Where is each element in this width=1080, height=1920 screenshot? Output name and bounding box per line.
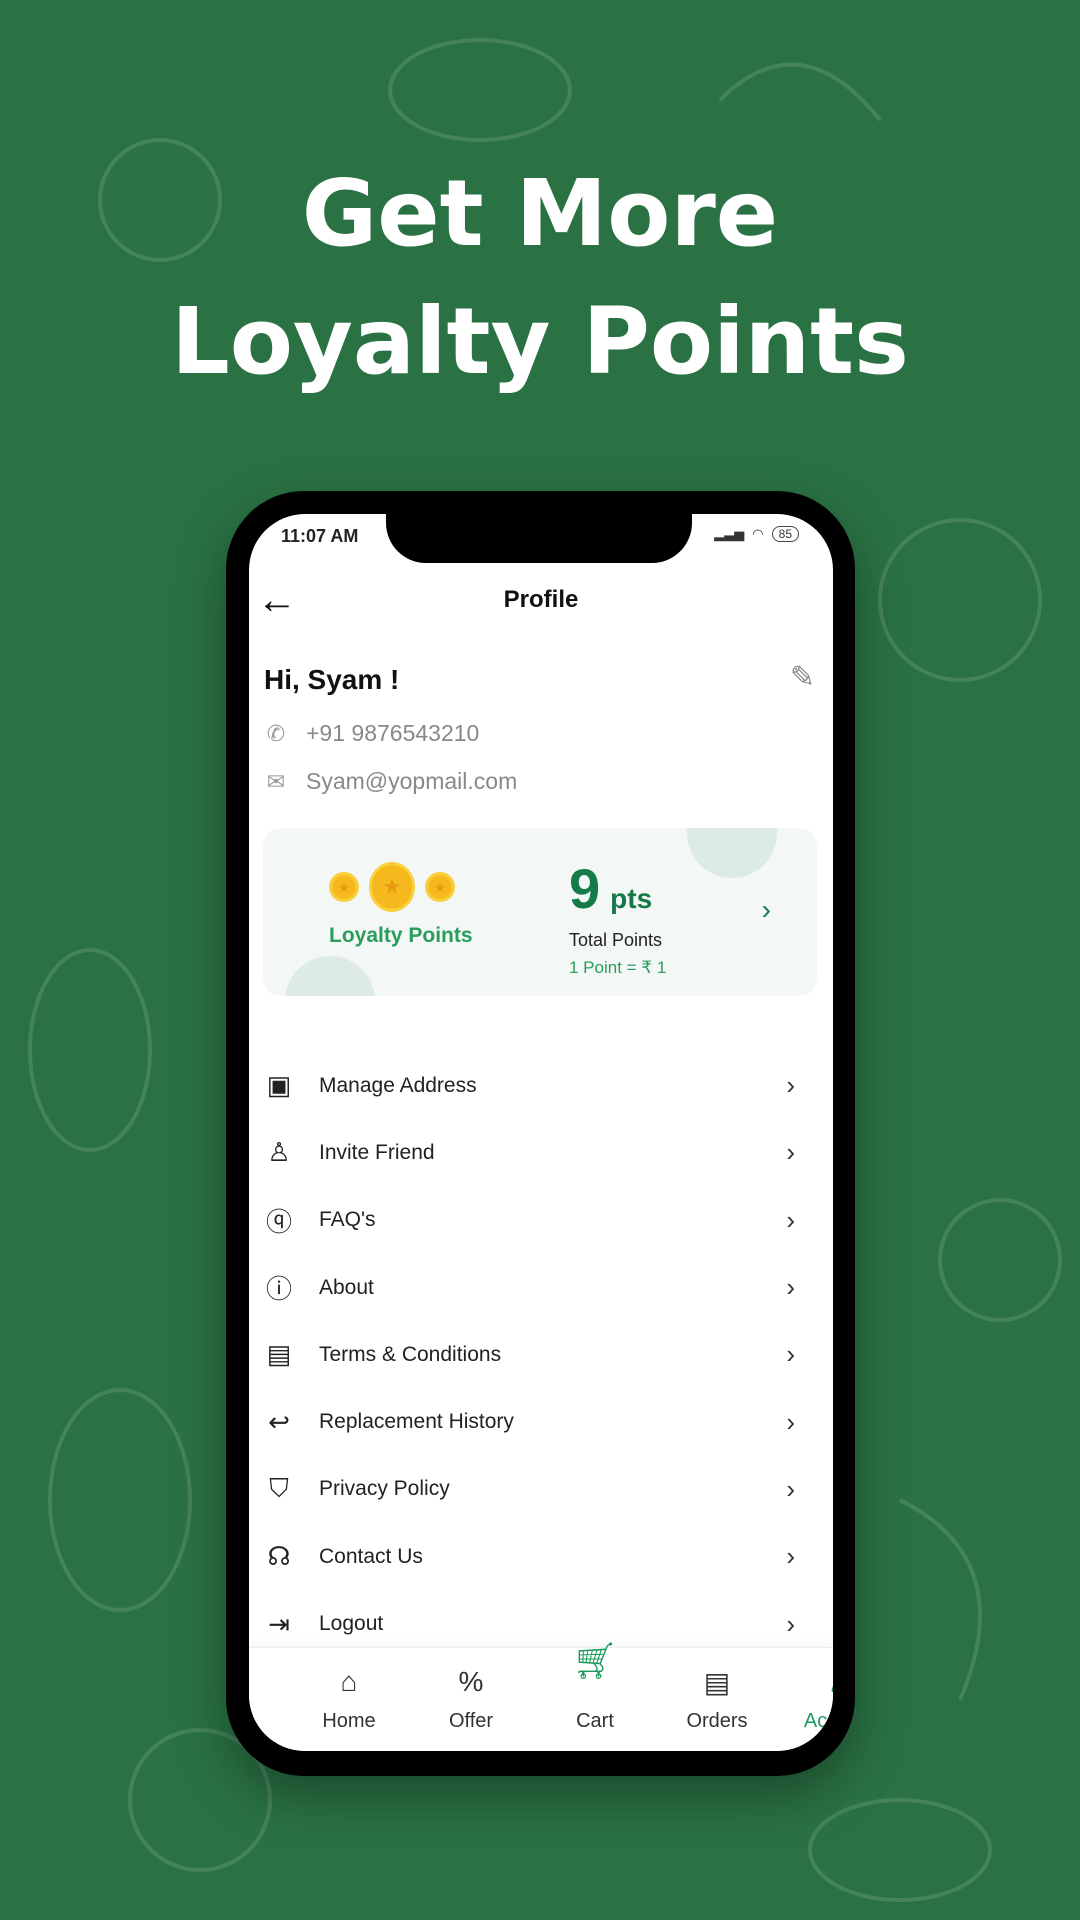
decor-circle <box>285 956 375 996</box>
menu-list: ▣ Manage Address › ♙ Invite Friend › ⓠ FAQ's ›… <box>249 1052 833 1658</box>
points-value: 9 pts <box>569 857 653 920</box>
cart-icon: 🛒︎ <box>572 1640 618 1681</box>
mail-icon: ✉ <box>266 768 286 794</box>
notch <box>386 514 692 563</box>
chevron-right-icon: › <box>786 1473 795 1504</box>
decor-circle <box>687 828 777 878</box>
bottom-nav: ⌂Home %Offer 🛒︎Cart ▤Orders ♙Account <box>249 1640 833 1751</box>
menu-item-faqs[interactable]: ⓠ FAQ's › <box>249 1187 833 1254</box>
undo-icon: ↩ <box>268 1406 290 1437</box>
phone-row: ✆ +91 9876543210 <box>264 720 480 747</box>
address-book-icon: ▣ <box>266 1070 292 1101</box>
menu-item-contact-us[interactable]: ☊ Contact Us › <box>249 1523 833 1590</box>
total-points-label: Total Points <box>569 930 663 950</box>
chevron-right-icon: › <box>786 1339 795 1370</box>
menu-item-privacy-policy[interactable]: ⛉ Privacy Policy › <box>249 1456 833 1523</box>
chevron-right-icon: › <box>786 1137 795 1168</box>
home-icon: ⌂ <box>340 1666 358 1697</box>
loyalty-label: Loyalty Points <box>329 924 473 947</box>
document-check-icon: ▤ <box>266 1339 292 1370</box>
chevron-right-icon: › <box>761 894 771 925</box>
email-row: ✉ Syam@yopmail.com <box>264 768 517 795</box>
phone-frame: 11:07 AM ▂▃▅ ◠ 85 ← Profile Hi, Syam ! ✎… <box>226 491 855 1776</box>
menu-item-about[interactable]: ⓘ About › <box>249 1254 833 1321</box>
battery-icon: 85 <box>771 526 799 542</box>
coins-icon: ★ ★ ★ <box>329 862 455 912</box>
shield-icon: ⛉ <box>269 1473 289 1504</box>
chevron-right-icon: › <box>786 1541 795 1572</box>
headline: Get More Loyalty Points <box>0 150 1080 406</box>
email: Syam@yopmail.com <box>306 768 518 794</box>
chevron-right-icon: › <box>786 1070 795 1101</box>
points-rate: 1 Point = ₹ 1 <box>569 958 667 977</box>
wifi-icon: ◠ <box>752 526 764 541</box>
chevron-right-icon: › <box>786 1406 795 1437</box>
orders-icon: ▤ <box>703 1667 731 1698</box>
headset-icon: ☊ <box>267 1541 291 1572</box>
edit-pencil-icon[interactable]: ✎ <box>790 660 815 695</box>
chevron-right-icon: › <box>786 1608 795 1639</box>
percent-badge-icon: % <box>458 1666 484 1697</box>
user-icon: ♙ <box>785 1666 833 1699</box>
add-user-icon: ♙ <box>267 1137 291 1168</box>
page-title: Profile <box>503 586 579 613</box>
menu-item-replacement-history[interactable]: ↩ Replacement History › <box>249 1388 833 1455</box>
menu-item-terms[interactable]: ▤ Terms & Conditions › <box>249 1321 833 1388</box>
question-icon: ⓠ <box>265 1206 292 1237</box>
phone-icon: ✆ <box>266 720 286 746</box>
status-time: 11:07 AM <box>281 526 359 546</box>
info-icon: ⓘ <box>265 1274 292 1305</box>
phone-screen: 11:07 AM ▂▃▅ ◠ 85 ← Profile Hi, Syam ! ✎… <box>249 514 833 1751</box>
chevron-right-icon: › <box>786 1204 795 1235</box>
menu-item-manage-address[interactable]: ▣ Manage Address › <box>249 1052 833 1119</box>
headline-line-1: Get More <box>301 160 779 267</box>
headline-line-2: Loyalty Points <box>171 288 909 395</box>
status-icons: ▂▃▅ ◠ 85 <box>714 526 799 542</box>
greeting: Hi, Syam ! <box>264 664 400 695</box>
loyalty-card[interactable]: ★ ★ ★ Loyalty Points 9 pts Total Points 1… <box>263 828 817 996</box>
phone-number: +91 9876543210 <box>306 720 480 746</box>
signal-icon: ▂▃▅ <box>714 526 745 541</box>
logout-icon: ⇥ <box>268 1608 290 1639</box>
menu-item-invite-friend[interactable]: ♙ Invite Friend › <box>249 1119 833 1186</box>
chevron-right-icon: › <box>786 1272 795 1303</box>
